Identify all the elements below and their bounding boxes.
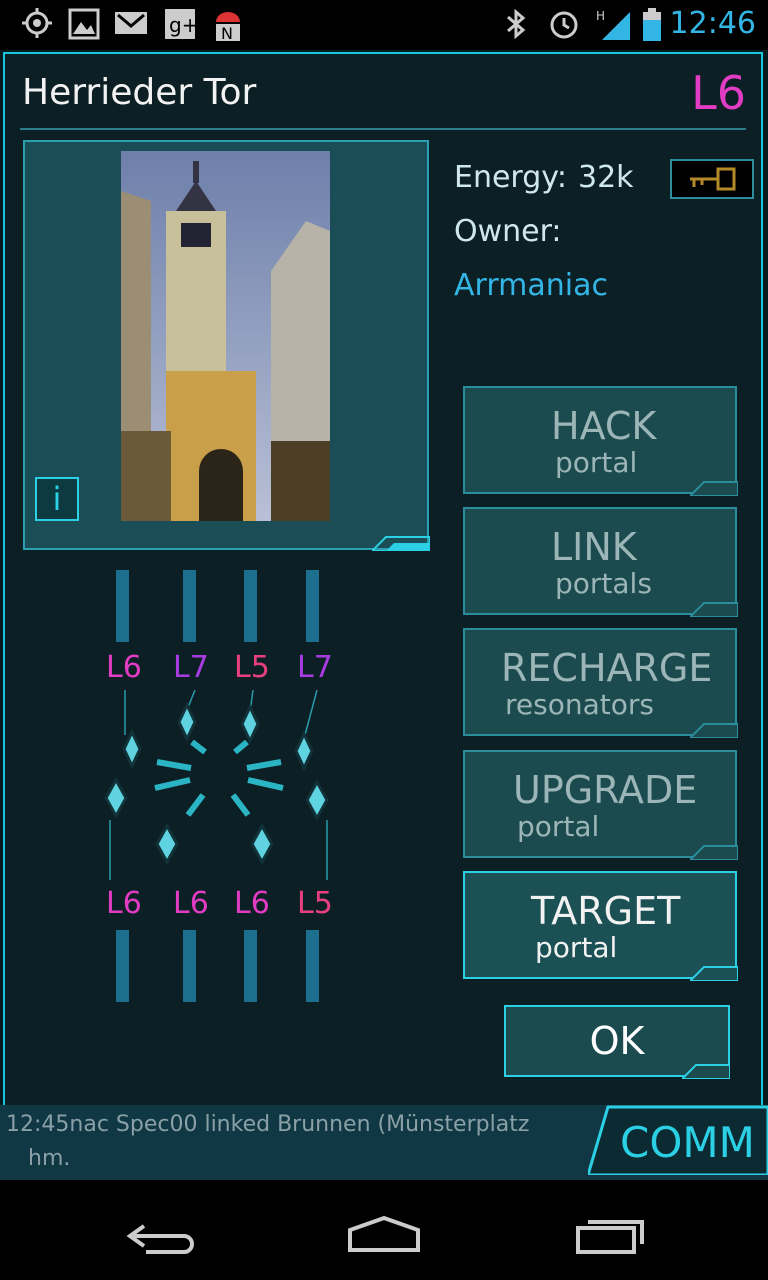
button-corner-decoration xyxy=(690,481,738,496)
button-corner-decoration xyxy=(690,602,738,617)
image-icon xyxy=(68,8,100,40)
hack-button-label: HACK xyxy=(551,404,657,448)
recharge-button[interactable]: RECHARGE resonators xyxy=(463,628,737,736)
resonator-level: L6 xyxy=(173,886,209,921)
svg-text:N: N xyxy=(221,24,233,42)
link-button-sublabel: portals xyxy=(555,567,652,600)
energy-label: Energy: xyxy=(454,160,567,195)
owner-name[interactable]: Arrmaniac xyxy=(454,268,608,303)
signal-icon: H xyxy=(596,9,630,40)
resonator-energy-bar xyxy=(306,570,319,642)
alarm-icon xyxy=(550,11,578,39)
title-divider xyxy=(20,128,746,130)
upgrade-button-sublabel: portal xyxy=(517,810,600,843)
comm-message: 12:45nac Spec00 linked Brunnen (Münsterp… xyxy=(6,1112,530,1137)
button-corner-decoration xyxy=(690,966,738,981)
home-icon[interactable] xyxy=(346,1214,422,1254)
resonator-level: L6 xyxy=(106,650,142,685)
bluetooth-icon xyxy=(507,8,526,40)
upgrade-button[interactable]: UPGRADE portal xyxy=(463,750,737,858)
svg-text:H: H xyxy=(596,9,605,23)
energy-value: 32k xyxy=(578,160,634,195)
target-button-label: TARGET xyxy=(531,889,681,933)
recharge-button-sublabel: resonators xyxy=(505,688,654,721)
target-button-sublabel: portal xyxy=(535,931,618,964)
navigation-bar xyxy=(0,1180,768,1280)
comm-message: hm. xyxy=(28,1146,71,1171)
resonator-level: L7 xyxy=(297,650,333,685)
resonator-energy-bar xyxy=(306,930,319,1002)
portal-photo[interactable] xyxy=(121,151,330,521)
link-button-label: LINK xyxy=(551,525,637,569)
battery-icon xyxy=(643,8,661,41)
info-button[interactable]: i xyxy=(35,477,79,521)
hack-button-sublabel: portal xyxy=(555,446,638,479)
location-icon xyxy=(22,8,52,38)
resonator-diagram xyxy=(104,690,329,880)
key-button[interactable] xyxy=(670,159,754,199)
resonator-level: L6 xyxy=(106,886,142,921)
portal-level: L6 xyxy=(691,66,746,120)
resonator-energy-bar xyxy=(116,570,129,642)
upgrade-button-label: UPGRADE xyxy=(513,768,698,812)
resonator-level: L5 xyxy=(297,886,333,921)
back-icon[interactable] xyxy=(126,1220,194,1256)
resonator-energy-bar xyxy=(244,930,257,1002)
key-icon xyxy=(690,167,736,191)
recent-apps-icon[interactable] xyxy=(574,1216,646,1256)
google-plus-icon: g+ xyxy=(165,9,196,39)
resonator-energy-bar xyxy=(116,930,129,1002)
button-corner-decoration xyxy=(682,1064,730,1079)
target-button[interactable]: TARGET portal xyxy=(463,871,737,979)
resonator-energy-bar xyxy=(183,930,196,1002)
portal-title: Herrieder Tor xyxy=(22,72,257,113)
link-button[interactable]: LINK portals xyxy=(463,507,737,615)
clock: 12:46 xyxy=(669,6,756,41)
resonator-level: L6 xyxy=(234,886,270,921)
gmail-icon xyxy=(115,12,147,34)
resonator-energy-bar xyxy=(244,570,257,642)
status-bar: g+ N H 12:46 xyxy=(0,0,768,50)
android-debug-icon: N xyxy=(216,12,240,42)
button-corner-decoration xyxy=(690,723,738,738)
resonator-level: L7 xyxy=(173,650,209,685)
comm-button[interactable]: COMM xyxy=(620,1118,755,1167)
hack-button[interactable]: HACK portal xyxy=(463,386,737,494)
resonator-level: L5 xyxy=(234,650,270,685)
svg-text:g+: g+ xyxy=(169,13,196,37)
resonator-energy-bar xyxy=(183,570,196,642)
button-corner-decoration xyxy=(690,845,738,860)
panel-corner-decoration xyxy=(372,536,430,551)
recharge-button-label: RECHARGE xyxy=(501,646,713,690)
owner-label: Owner: xyxy=(454,214,562,249)
